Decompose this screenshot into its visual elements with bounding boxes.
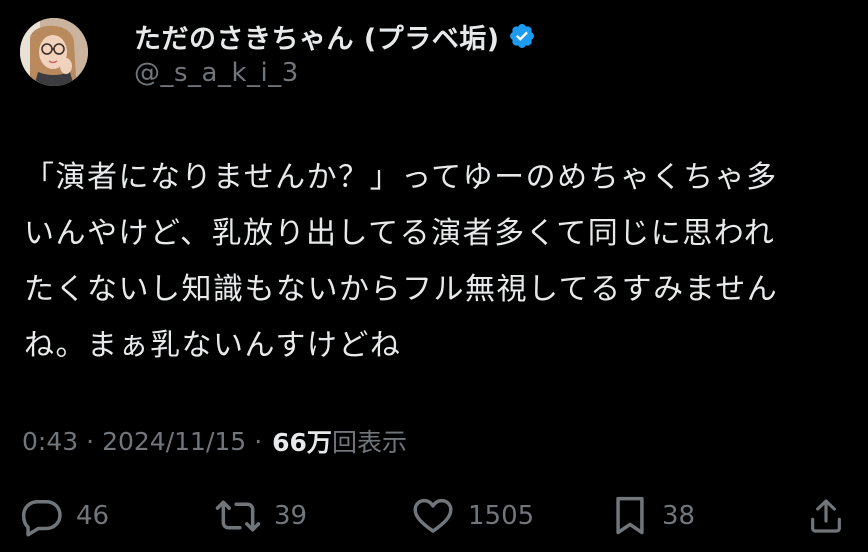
like-button[interactable]: 1505 [410,490,534,542]
bookmark-count: 38 [662,501,696,531]
retweet-count: 39 [274,501,308,531]
views-label: 回表示 [331,428,407,457]
reply-icon [21,499,62,537]
tweet-text-line: 「演者になりませんか？」ってゆーのめちゃくちゃ多 [24,160,778,195]
tweet-text-line: いんやけど、乳放り出してる演者多くて同じに思われ [24,216,776,251]
meta-separator: · [86,426,95,456]
tweet-meta: 0:43 · 2024/11/15 · 66万 回表示 [22,421,407,461]
avatar-photo [20,18,88,86]
tweet-time[interactable]: 0:43 [22,427,78,456]
retweet-button[interactable]: 39 [214,490,307,542]
heart-icon [413,498,453,533]
action-bar: 46 39 1505 38 [0,490,868,542]
user-names: ただのさきちゃん (プラベ垢) @_s_a_k_i_3 [134,16,536,88]
verified-badge-icon[interactable] [508,22,536,50]
like-count: 1505 [468,501,535,531]
user-handle[interactable]: @_s_a_k_i_3 [134,58,536,88]
reply-count: 46 [76,501,110,531]
retweet-icon [215,500,261,532]
avatar[interactable] [20,18,88,86]
share-button[interactable] [806,490,846,542]
tweet-date[interactable]: 2024/11/15 [102,427,246,456]
tweet-text-line: ね。まぁ乳ないんすけどね [24,328,402,363]
share-icon [811,499,841,533]
tweet-text: 「演者になりませんか？」ってゆーのめちゃくちゃ多 いんやけど、乳放り出してる演者… [24,150,854,374]
views-count[interactable]: 66万 [272,423,332,459]
bookmark-icon [616,496,644,535]
tweet-text-line: たくないし知識もないからフル無視してるすみません [24,272,779,307]
tweet: ただのさきちゃん (プラベ垢) @_s_a_k_i_3 「演者になりませんか？」… [0,0,868,552]
meta-separator: · [254,426,263,456]
reply-button[interactable]: 46 [20,490,109,542]
display-name[interactable]: ただのさきちゃん (プラベ垢) [134,17,500,56]
name-row: ただのさきちゃん (プラベ垢) [134,16,536,56]
tweet-header: ただのさきちゃん (プラベ垢) @_s_a_k_i_3 [20,2,536,102]
bookmark-button[interactable]: 38 [610,490,695,542]
